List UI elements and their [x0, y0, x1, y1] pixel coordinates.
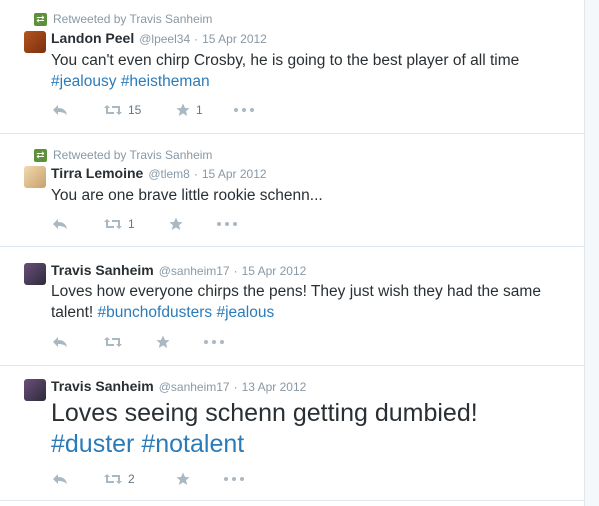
timestamp[interactable]: 15 Apr 2012 — [242, 264, 307, 278]
tweet-text: Loves seeing schenn getting dumbied! #du… — [51, 398, 581, 460]
hashtag-link[interactable]: #duster — [51, 430, 134, 458]
more-icon — [234, 108, 254, 112]
tweet-text: Loves how everyone chirps the pens! They… — [51, 281, 581, 323]
tweet-text-line: You are one brave little rookie schenn..… — [51, 187, 323, 204]
reply-button[interactable] — [52, 336, 104, 348]
avatar[interactable] — [24, 166, 46, 188]
favorite-button[interactable] — [176, 472, 224, 486]
reply-button[interactable] — [52, 218, 104, 230]
reply-button[interactable] — [52, 104, 104, 116]
timestamp[interactable]: 13 Apr 2012 — [242, 380, 307, 394]
star-icon — [176, 103, 190, 116]
retweet-context: ⇄ Retweeted by Travis Sanheim — [34, 12, 212, 26]
retweet-count: 15 — [128, 103, 142, 117]
retweet-icon — [104, 337, 122, 347]
timestamp[interactable]: 15 Apr 2012 — [202, 32, 267, 46]
scrollbar[interactable] — [584, 0, 599, 506]
reply-icon — [53, 219, 67, 229]
separator: · — [193, 167, 198, 181]
retweet-button[interactable]: 15 — [104, 103, 176, 117]
hashtag-link[interactable]: #jealous — [216, 304, 274, 321]
favorite-button[interactable] — [169, 217, 217, 231]
separator: · — [233, 380, 238, 394]
retweet-badge-icon: ⇄ — [34, 12, 47, 26]
retweet-count: 1 — [128, 217, 135, 231]
retweet-button[interactable]: 2 — [104, 472, 176, 486]
hashtag-link[interactable]: #notalent — [141, 430, 244, 458]
tweet[interactable]: Travis Sanheim @sanheim17 · 13 Apr 2012 … — [0, 366, 585, 501]
author-handle[interactable]: @tlem8 — [148, 167, 190, 181]
star-icon — [169, 217, 183, 230]
author-handle[interactable]: @sanheim17 — [159, 264, 230, 278]
tweet-text-line: You can't even chirp Crosby, he is going… — [51, 52, 520, 69]
more-button[interactable] — [204, 340, 224, 344]
retweet-badge-icon: ⇄ — [34, 148, 47, 162]
author-name[interactable]: Travis Sanheim — [51, 378, 154, 394]
more-button[interactable] — [217, 222, 237, 226]
retweet-count: 2 — [128, 472, 135, 486]
tweet-text: You can't even chirp Crosby, he is going… — [51, 50, 581, 92]
reply-icon — [53, 105, 67, 115]
tweet[interactable]: Travis Sanheim @sanheim17 · 15 Apr 2012 … — [0, 247, 585, 366]
favorite-count: 1 — [196, 103, 203, 117]
author-name[interactable]: Tirra Lemoine — [51, 165, 143, 181]
favorite-button[interactable]: 1 — [176, 103, 234, 117]
tweet-text: You are one brave little rookie schenn..… — [51, 185, 581, 206]
hashtag-link[interactable]: #heistheman — [121, 73, 210, 90]
avatar[interactable] — [24, 31, 46, 53]
avatar[interactable] — [24, 263, 46, 285]
author-handle[interactable]: @sanheim17 — [159, 380, 230, 394]
timestamp[interactable]: 15 Apr 2012 — [202, 167, 267, 181]
reply-icon — [53, 337, 67, 347]
author-handle[interactable]: @lpeel34 — [139, 32, 190, 46]
tweet-text-line: talent! — [51, 304, 94, 321]
author-name[interactable]: Travis Sanheim — [51, 262, 154, 278]
star-icon — [156, 335, 170, 348]
retweet-context: ⇄ Retweeted by Travis Sanheim — [34, 148, 212, 162]
hashtag-link[interactable]: #jealousy — [51, 73, 117, 90]
separator: · — [233, 264, 238, 278]
more-icon — [204, 340, 224, 344]
retweet-context-label: Retweeted by Travis Sanheim — [53, 12, 213, 26]
more-icon — [224, 477, 244, 481]
retweet-icon — [104, 219, 122, 229]
star-icon — [176, 472, 190, 485]
retweet-icon — [104, 474, 122, 484]
tweet[interactable]: ⇄ Retweeted by Travis Sanheim Tirra Lemo… — [0, 134, 585, 247]
tweet-text-line: Loves seeing schenn getting dumbied! — [51, 399, 478, 427]
separator: · — [194, 32, 199, 46]
reply-button[interactable] — [52, 473, 104, 485]
tweet-text-line: Loves how everyone chirps the pens! They… — [51, 283, 541, 300]
favorite-button[interactable] — [156, 335, 204, 349]
tweet[interactable]: ⇄ Retweeted by Travis Sanheim Landon Pee… — [0, 0, 585, 134]
avatar[interactable] — [24, 379, 46, 401]
retweet-context-label: Retweeted by Travis Sanheim — [53, 148, 213, 162]
retweet-button[interactable] — [104, 336, 156, 348]
hashtag-link[interactable]: #bunchofdusters — [98, 304, 213, 321]
more-icon — [217, 222, 237, 226]
more-button[interactable] — [234, 108, 254, 112]
author-name[interactable]: Landon Peel — [51, 30, 134, 46]
reply-icon — [53, 474, 67, 484]
retweet-icon — [104, 105, 122, 115]
more-button[interactable] — [224, 477, 244, 481]
retweet-button[interactable]: 1 — [104, 217, 169, 231]
